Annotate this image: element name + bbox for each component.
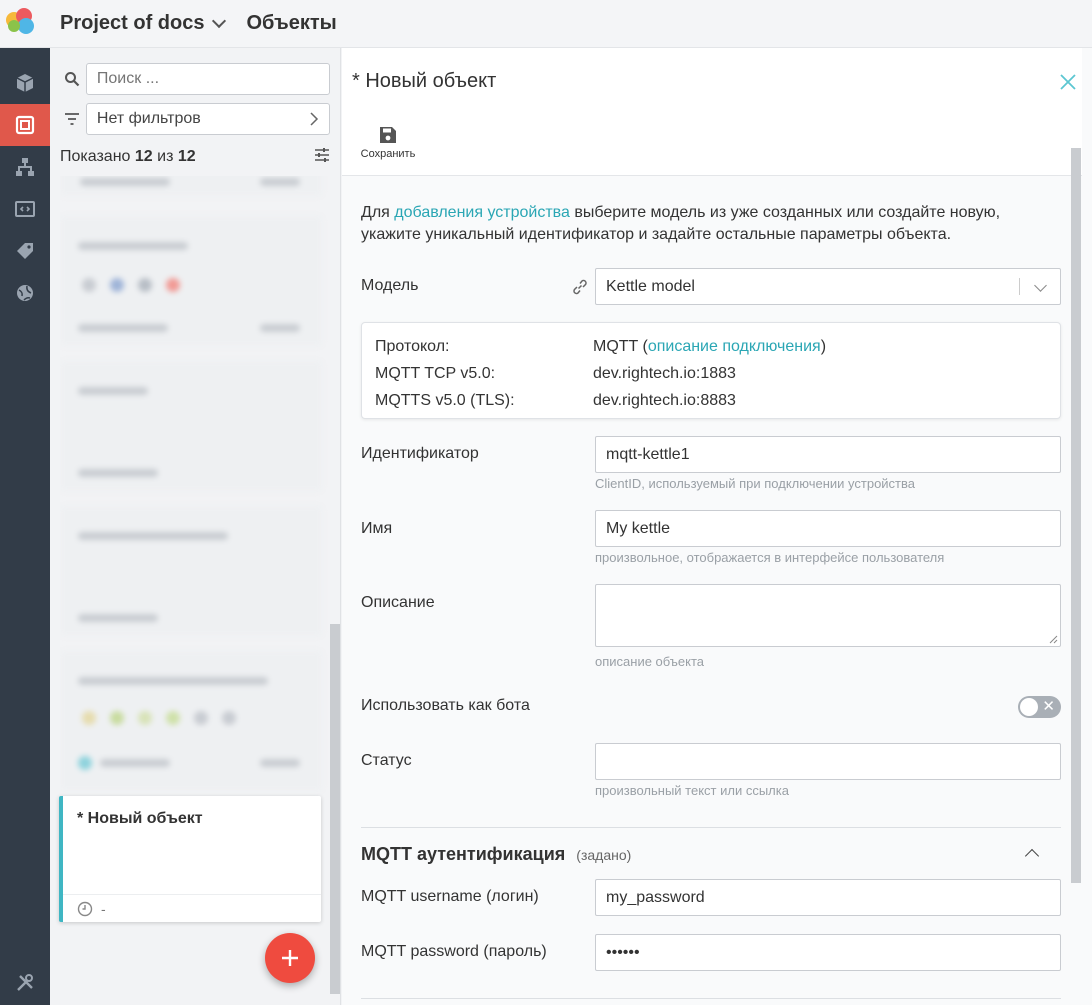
tools-icon[interactable]: [0, 961, 50, 1005]
link-icon[interactable]: [571, 278, 589, 296]
mqtt-auth-status: (задано): [576, 847, 632, 863]
clock-icon: [77, 901, 93, 916]
bot-label: Использовать как бота: [361, 697, 530, 714]
model-value: Kettle model: [606, 277, 695, 295]
page-title: Объекты: [246, 12, 337, 34]
list-item[interactable]: [60, 506, 322, 636]
shown-of: из: [157, 148, 174, 165]
code-window-icon[interactable]: [0, 188, 50, 230]
filter-select[interactable]: Нет фильтров: [85, 103, 330, 135]
chevron-down-icon: [1034, 279, 1047, 292]
detail-header: * Новый объект Сохранить: [342, 48, 1082, 176]
id-label: Идентификатор: [361, 445, 479, 462]
tag-icon[interactable]: [0, 230, 50, 272]
list-item[interactable]: [60, 651, 322, 791]
tls-label: MQTTS v5.0 (TLS):: [375, 392, 515, 409]
project-name: Project of docs: [60, 12, 205, 34]
name-input[interactable]: My kettle: [595, 510, 1061, 547]
name-label: Имя: [361, 520, 393, 537]
protocol-value: MQTT (описание подключения): [593, 338, 827, 355]
detail-scrollbar[interactable]: [1071, 148, 1081, 883]
resize-handle-icon[interactable]: [1049, 635, 1058, 644]
tcp-value: dev.rightech.io:1883: [593, 365, 736, 382]
object-detail-panel: * Новый объект Сохранить Для добавления …: [342, 48, 1092, 1005]
chevron-right-icon: [310, 112, 319, 126]
password-input[interactable]: ••••••: [595, 934, 1061, 971]
card-footer: -: [63, 894, 321, 922]
protocol-label: Протокол:: [375, 338, 450, 355]
floppy-disk-icon: [380, 127, 396, 143]
save-label: Сохранить: [360, 148, 416, 160]
results-count: Показано 12 из 12: [60, 146, 330, 168]
list-item[interactable]: [60, 361, 322, 491]
list-scrollbar[interactable]: [330, 624, 340, 994]
connection-docs-link[interactable]: описание подключения: [648, 338, 821, 355]
intro-text: Для добавления устройства выберите модел…: [361, 202, 1061, 246]
status-hint: произвольный текст или ссылка: [595, 783, 789, 798]
chevron-up-icon[interactable]: [1024, 848, 1040, 864]
chevron-down-icon: [212, 13, 227, 28]
objects-icon[interactable]: [0, 104, 50, 146]
add-device-link[interactable]: добавления устройства: [394, 204, 570, 221]
list-item[interactable]: [60, 176, 322, 196]
list-item[interactable]: [60, 216, 322, 346]
add-object-button[interactable]: [265, 933, 315, 983]
card-title: * Новый объект: [77, 810, 203, 827]
description-hint: описание объекта: [595, 654, 705, 669]
left-nav-rail: [0, 48, 50, 1005]
protocol-info: Протокол: MQTT (описание подключения) MQ…: [361, 322, 1061, 419]
bot-toggle[interactable]: ✕: [1018, 696, 1061, 718]
toggle-off-glyph: ✕: [1042, 698, 1055, 715]
shown-count: 12: [134, 148, 153, 165]
filter-row: Нет фильтров: [60, 103, 330, 135]
id-input[interactable]: mqtt-kettle1: [595, 436, 1061, 473]
hierarchy-icon[interactable]: [0, 146, 50, 188]
id-hint: ClientID, используемый при подключении у…: [595, 476, 916, 491]
search-row: [60, 63, 330, 95]
model-label: Модель: [361, 277, 419, 294]
card-time: -: [101, 900, 106, 917]
close-icon[interactable]: [1058, 72, 1078, 92]
plus-icon: [282, 950, 298, 966]
sliders-icon[interactable]: [314, 147, 330, 168]
name-hint: произвольное, отображается в интерфейсе …: [595, 550, 945, 565]
objects-list-panel: Нет фильтров Показано 12 из 12: [50, 48, 341, 1005]
description-label: Описание: [361, 594, 435, 611]
filter-label: Нет фильтров: [96, 110, 201, 127]
detail-title: * Новый объект: [352, 70, 497, 92]
status-label: Статус: [361, 752, 412, 769]
username-label: MQTT username (логин): [361, 888, 539, 905]
status-input[interactable]: [595, 743, 1061, 780]
filter-icon: [60, 103, 84, 135]
project-selector[interactable]: Project of docs: [60, 12, 227, 35]
shown-prefix: Показано: [60, 148, 131, 165]
save-button[interactable]: Сохранить: [356, 126, 420, 160]
mqtt-auth-header[interactable]: MQTT аутентификация (задано): [361, 844, 631, 865]
password-label: MQTT password (пароль): [361, 943, 547, 960]
cube-icon[interactable]: [0, 62, 50, 104]
top-bar: Project of docs Объекты: [0, 0, 1092, 48]
app-logo[interactable]: [0, 0, 50, 48]
globe-icon[interactable]: [0, 272, 50, 314]
tcp-label: MQTT TCP v5.0:: [375, 365, 496, 382]
search-icon: [60, 63, 84, 95]
shown-total: 12: [177, 148, 196, 165]
model-select[interactable]: Kettle model: [595, 268, 1061, 305]
mqtt-auth-title: MQTT аутентификация: [361, 844, 566, 864]
new-object-card[interactable]: * Новый объект -: [59, 796, 321, 922]
tls-value: dev.rightech.io:8883: [593, 392, 736, 409]
description-textarea[interactable]: [595, 584, 1061, 647]
username-input[interactable]: my_password: [595, 879, 1061, 916]
intro-pre: Для: [361, 204, 395, 221]
search-input[interactable]: [85, 63, 330, 95]
